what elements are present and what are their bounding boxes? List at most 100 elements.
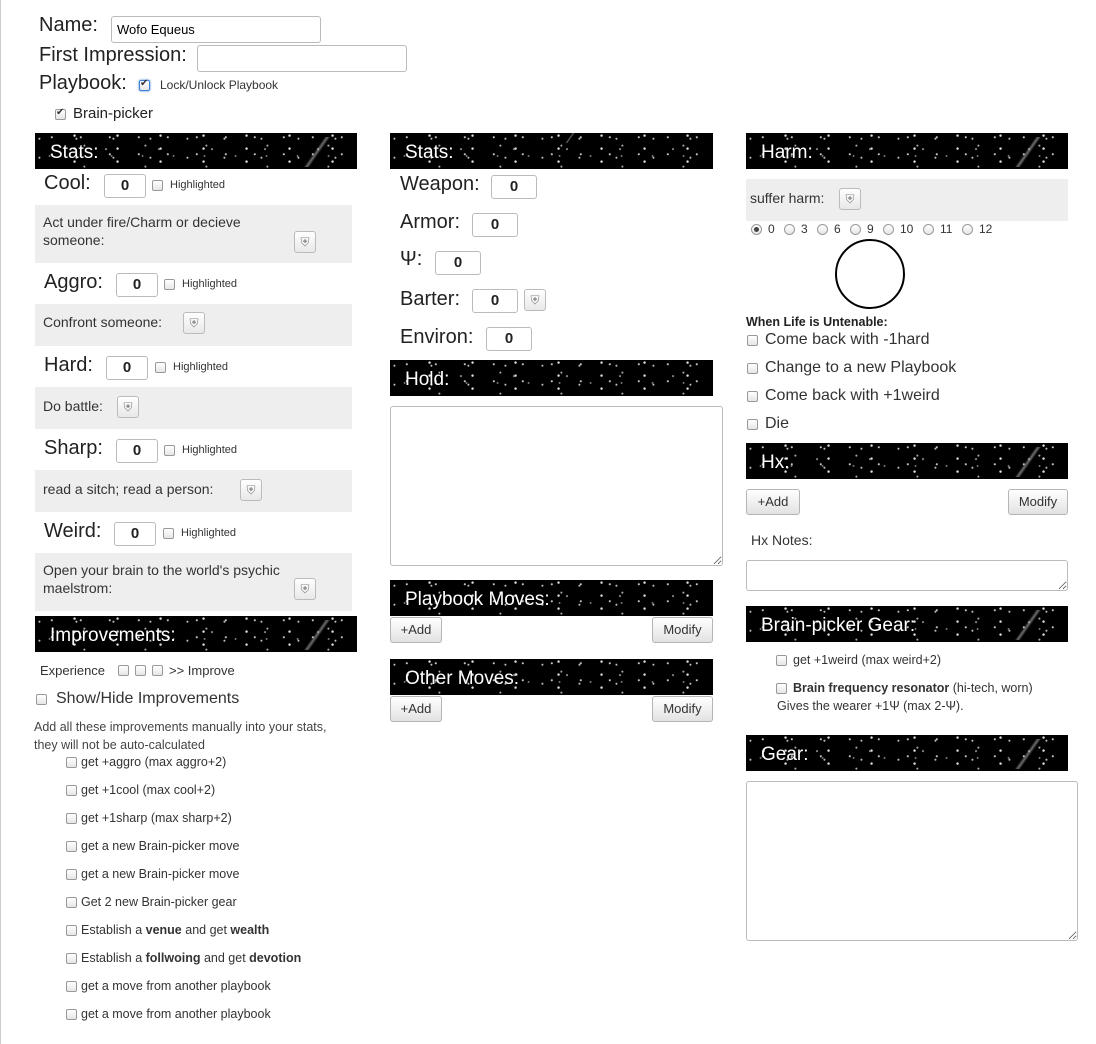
stat-input-cool[interactable]: 0 xyxy=(104,174,146,198)
stat-label-armor: Armor: xyxy=(400,211,460,233)
harm-option-label: 6 xyxy=(834,222,841,236)
highlight-checkbox-weird[interactable] xyxy=(163,528,174,539)
harm-radio[interactable] xyxy=(962,224,973,235)
lock-playbook-checkbox[interactable] xyxy=(139,78,150,91)
stat-input-armor[interactable]: 0 xyxy=(472,213,518,237)
gear-checkbox[interactable] xyxy=(776,683,787,694)
harm-radio[interactable] xyxy=(817,224,828,235)
stat-input-sharp[interactable]: 0 xyxy=(116,439,158,463)
untenable-checkbox[interactable] xyxy=(747,335,758,346)
experience-label: Experience xyxy=(40,663,106,678)
modify-other-moves-button[interactable]: Modify xyxy=(652,696,713,722)
untenable-checkbox[interactable] xyxy=(747,391,758,402)
gear-textarea[interactable] xyxy=(746,781,1078,941)
harm-radio[interactable] xyxy=(751,224,762,235)
stat-input-psi[interactable]: 0 xyxy=(435,251,481,275)
stat-input-weapon[interactable]: 0 xyxy=(491,175,537,199)
dice-roll-icon[interactable]: ⛨ xyxy=(839,188,861,210)
experience-checkbox-2[interactable] xyxy=(135,665,146,676)
improvements-header: Improvements: xyxy=(35,616,357,652)
improvement-checkbox[interactable] xyxy=(66,869,77,880)
improvement-label: Get 2 new Brain-picker gear xyxy=(81,895,237,909)
harm-title: Harm: xyxy=(761,142,813,163)
highlight-checkbox-cool[interactable] xyxy=(152,180,163,191)
stat-label-cool: Cool: xyxy=(44,172,91,194)
untenable-label: Come back with -1hard xyxy=(765,331,930,348)
highlight-checkbox-aggro[interactable] xyxy=(164,279,175,290)
move-label-hard: Do battle: xyxy=(43,398,103,414)
hold-title: Hold: xyxy=(405,369,450,390)
dice-roll-icon[interactable]: ⛨ xyxy=(294,231,316,253)
improvements-title: Improvements: xyxy=(50,625,176,646)
stat-label-environ: Environ: xyxy=(400,326,474,348)
highlight-checkbox-hard[interactable] xyxy=(155,362,166,373)
star-streak-icon xyxy=(1008,610,1048,640)
move-label-cool: Act under fire/Charm or decieve someone: xyxy=(43,214,241,248)
improvement-label: get +1sharp (max sharp+2) xyxy=(81,811,232,825)
hx-notes-textarea[interactable] xyxy=(746,560,1068,591)
stats-header: Stats: xyxy=(35,133,357,169)
improvements-note: Add all these improvements manually into… xyxy=(34,720,327,752)
gear-title: Gear: xyxy=(761,744,809,765)
first-impression-input[interactable] xyxy=(197,45,407,72)
stat-input-hard[interactable]: 0 xyxy=(106,356,148,380)
improvement-checkbox[interactable] xyxy=(66,841,77,852)
experience-checkbox-1[interactable] xyxy=(118,665,129,676)
dice-roll-icon[interactable]: ⛨ xyxy=(183,312,205,334)
stat-label-psi: Ψ: xyxy=(400,248,423,270)
other-moves-title: Other Moves: xyxy=(405,668,520,689)
playbook-checkbox[interactable] xyxy=(55,107,66,120)
experience-checkbox-3[interactable] xyxy=(152,665,163,676)
stat-input-weird[interactable]: 0 xyxy=(114,522,156,546)
improvement-label: get +1cool (max cool+2) xyxy=(81,783,216,797)
untenable-checkbox[interactable] xyxy=(747,363,758,374)
improvement-checkbox[interactable] xyxy=(66,757,77,768)
move-sharp: read a sitch; read a person: ⛨ xyxy=(35,470,352,512)
improvement-label: get +aggro (max aggro+2) xyxy=(81,755,227,769)
show-hide-improvements-label: Show/Hide Improvements xyxy=(56,690,240,707)
harm-radio[interactable] xyxy=(923,224,934,235)
harm-radio[interactable] xyxy=(850,224,861,235)
highlight-checkbox-sharp[interactable] xyxy=(164,445,175,456)
gear-item-1: get +1weird (max weird+2) xyxy=(793,653,941,667)
improvement-checkbox[interactable] xyxy=(66,785,77,796)
star-streak-icon xyxy=(1008,137,1048,167)
harm-radio[interactable] xyxy=(883,224,894,235)
stat-input-aggro[interactable]: 0 xyxy=(116,273,158,297)
harm-header: Harm: xyxy=(746,133,1068,169)
stat-label-weird: Weird: xyxy=(44,520,102,542)
stat-input-environ[interactable]: 0 xyxy=(486,327,532,351)
modify-playbook-moves-button[interactable]: Modify xyxy=(652,617,713,643)
playbook-moves-header: Playbook Moves: xyxy=(390,580,713,616)
harm-radio[interactable] xyxy=(784,224,795,235)
show-hide-improvements-checkbox[interactable] xyxy=(36,694,47,705)
improvement-checkbox[interactable] xyxy=(66,953,77,964)
add-hx-button[interactable]: +Add xyxy=(746,489,800,515)
modify-hx-button[interactable]: Modify xyxy=(1008,489,1068,515)
improvement-checkbox[interactable] xyxy=(66,925,77,936)
gear-header: Gear: xyxy=(746,735,1068,771)
harm-option-label: 0 xyxy=(768,222,775,236)
dice-roll-icon[interactable]: ⛨ xyxy=(117,396,139,418)
untenable-title: When Life is Untenable: xyxy=(746,315,888,329)
add-playbook-move-button[interactable]: +Add xyxy=(390,617,442,643)
improvement-checkbox[interactable] xyxy=(66,981,77,992)
gear-checkbox[interactable] xyxy=(776,655,787,666)
improvement-checkbox[interactable] xyxy=(66,1009,77,1020)
untenable-checkbox[interactable] xyxy=(747,419,758,430)
dice-roll-icon[interactable]: ⛨ xyxy=(240,479,262,501)
other-moves-header: Other Moves: xyxy=(390,659,713,695)
hold-textarea[interactable] xyxy=(390,406,723,566)
stat-input-barter[interactable]: 0 xyxy=(472,289,518,313)
highlight-label-weird: Highlighted xyxy=(181,527,237,539)
improvement-label: Establish a venue and get wealth xyxy=(81,923,270,937)
dice-roll-icon[interactable]: ⛨ xyxy=(294,578,316,600)
name-input[interactable] xyxy=(111,16,321,43)
dice-roll-icon[interactable]: ⛨ xyxy=(524,289,546,311)
highlight-label-hard: Highlighted xyxy=(173,361,229,373)
playbook-label: Playbook: xyxy=(39,72,127,94)
star-streak-icon xyxy=(297,620,337,650)
improvement-checkbox[interactable] xyxy=(66,897,77,908)
add-other-move-button[interactable]: +Add xyxy=(390,696,442,722)
improvement-checkbox[interactable] xyxy=(66,813,77,824)
